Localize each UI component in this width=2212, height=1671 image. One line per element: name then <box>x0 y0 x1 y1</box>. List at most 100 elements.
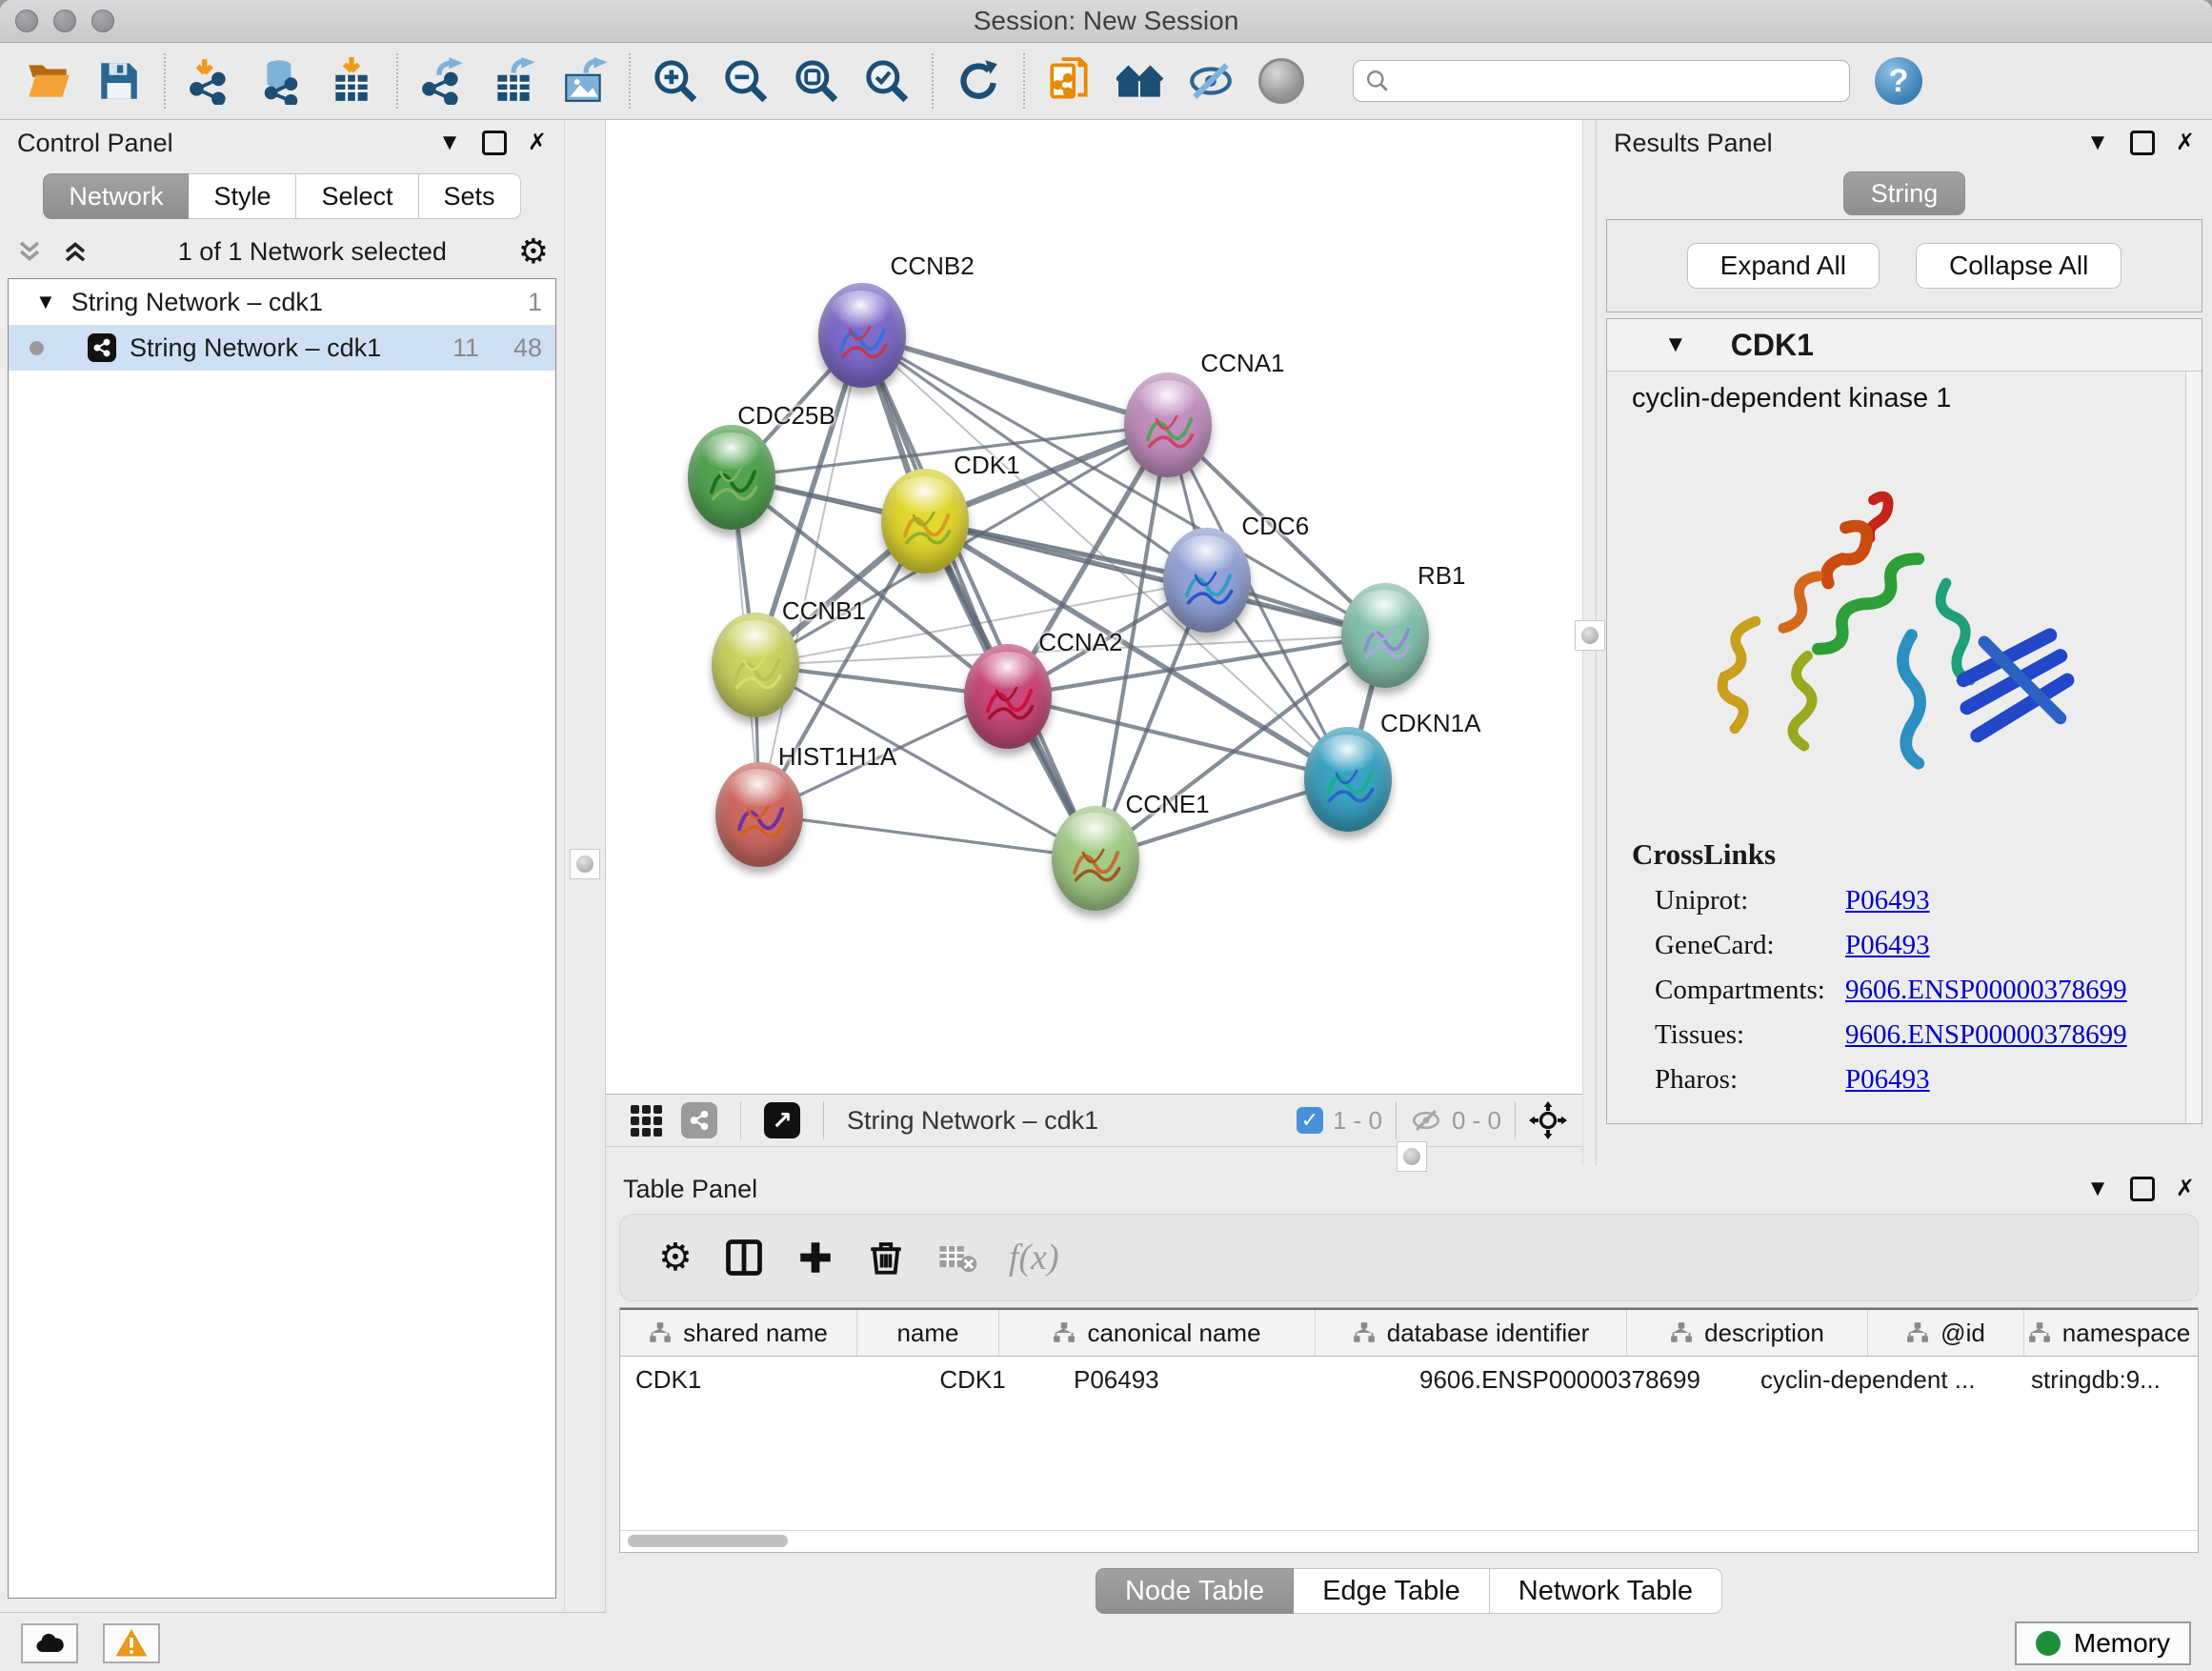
column-header[interactable]: @id <box>1868 1310 2024 1356</box>
detach-view-icon[interactable]: ↗ <box>764 1102 800 1138</box>
clone-network-button[interactable] <box>1040 51 1099 111</box>
results-scrollbar[interactable] <box>2185 372 2202 1123</box>
hide-graphics-details-button[interactable] <box>1181 51 1240 111</box>
expand-all-icon[interactable] <box>61 237 90 266</box>
close-panel-icon[interactable]: ✗ <box>2176 1178 2195 1200</box>
column-header[interactable]: name <box>857 1310 999 1356</box>
selected-checkbox-icon[interactable]: ✓ <box>1297 1107 1323 1134</box>
float-panel-icon[interactable]: ▼ <box>2086 1178 2109 1200</box>
birdseye-crosshair-icon[interactable] <box>1529 1101 1567 1139</box>
network-node-cdc25b[interactable] <box>688 425 775 530</box>
export-network-button[interactable] <box>413 51 473 111</box>
show-graphics-details-button[interactable] <box>1252 51 1311 111</box>
column-header[interactable]: shared name <box>620 1310 857 1356</box>
tab-edge-table[interactable]: Edge Table <box>1294 1568 1490 1614</box>
genecard-link[interactable]: P06493 <box>1845 930 1930 961</box>
expand-all-button[interactable]: Expand All <box>1687 243 1880 289</box>
warnings-button[interactable] <box>103 1623 160 1663</box>
help-button[interactable]: ? <box>1875 57 1922 105</box>
maximize-panel-icon[interactable] <box>482 131 507 155</box>
table-row[interactable]: CDK1 CDK1 P06493 9606.ENSP00000378699 cy… <box>620 1357 2198 1402</box>
tissues-link[interactable]: 9606.ENSP00000378699 <box>1845 1019 2127 1051</box>
gene-entry-header[interactable]: ▼ CDK1 <box>1607 319 2202 372</box>
tab-sets[interactable]: Sets <box>419 173 521 219</box>
network-node-ccna1[interactable] <box>1124 372 1212 477</box>
maximize-panel-icon[interactable] <box>2130 1177 2155 1201</box>
network-node-ccna2[interactable] <box>964 644 1052 749</box>
network-collection-row[interactable]: ▼ String Network – cdk1 1 <box>9 279 555 325</box>
network-view-title: String Network – cdk1 <box>847 1106 1098 1136</box>
float-panel-icon[interactable]: ▼ <box>438 131 461 154</box>
splitter-handle[interactable] <box>1397 1141 1427 1172</box>
save-session-button[interactable] <box>90 51 149 111</box>
scrollbar-thumb[interactable] <box>628 1535 788 1547</box>
network-node-cdk1[interactable] <box>881 469 969 574</box>
network-options-gear-icon[interactable]: ⚙ <box>518 234 549 269</box>
collapse-all-icon[interactable] <box>15 237 44 266</box>
grid-view-icon[interactable] <box>631 1105 662 1137</box>
cloud-status-button[interactable] <box>21 1623 78 1663</box>
tab-select[interactable]: Select <box>296 173 418 219</box>
function-builder-button[interactable]: f(x) <box>1009 1237 1059 1278</box>
column-header[interactable]: description <box>1627 1310 1868 1356</box>
network-edge[interactable] <box>862 335 1169 425</box>
network-canvas[interactable]: CCNB2CCNA1CDC25BCDK1CDC6RB1CCNB1CCNA2CDK… <box>606 120 1582 1094</box>
column-header[interactable]: canonical name <box>999 1310 1316 1356</box>
network-node-ccnb2[interactable] <box>818 283 906 388</box>
zoom-fit-button[interactable] <box>787 51 846 111</box>
table-splitter[interactable] <box>606 1147 1582 1166</box>
tab-string[interactable]: String <box>1843 171 1966 215</box>
uniprot-link[interactable]: P06493 <box>1845 885 1930 916</box>
network-node-ccne1[interactable] <box>1052 806 1139 911</box>
pharos-link[interactable]: P06493 <box>1845 1064 1930 1096</box>
compartments-link[interactable]: 9606.ENSP00000378699 <box>1845 975 2127 1006</box>
delete-column-button[interactable] <box>866 1238 906 1278</box>
close-panel-icon[interactable]: ✗ <box>2176 131 2195 154</box>
table-horizontal-scrollbar[interactable] <box>620 1530 2198 1552</box>
network-share-icon[interactable] <box>681 1102 717 1138</box>
export-table-button[interactable] <box>484 51 543 111</box>
search-input[interactable] <box>1390 66 1838 97</box>
zoom-in-button[interactable] <box>646 51 705 111</box>
results-splitter[interactable] <box>1582 120 1597 1166</box>
network-overview-button[interactable] <box>1111 51 1170 111</box>
refresh-network-button[interactable] <box>949 51 1008 111</box>
open-session-button[interactable] <box>19 51 78 111</box>
network-node-rb1[interactable] <box>1341 583 1429 688</box>
tab-node-table[interactable]: Node Table <box>1096 1568 1294 1614</box>
delete-table-button[interactable] <box>936 1237 978 1278</box>
zoom-out-button[interactable] <box>716 51 775 111</box>
show-columns-button[interactable] <box>723 1237 765 1278</box>
tab-network[interactable]: Network <box>43 173 189 219</box>
network-edge[interactable] <box>759 815 1096 858</box>
import-network-database-button[interactable] <box>251 51 311 111</box>
collection-expander-icon[interactable]: ▼ <box>35 290 56 314</box>
close-panel-icon[interactable]: ✗ <box>528 131 547 154</box>
splitter-handle[interactable] <box>570 849 600 879</box>
table-options-button[interactable]: ⚙ <box>658 1236 693 1279</box>
export-image-button[interactable] <box>554 51 613 111</box>
tab-network-table[interactable]: Network Table <box>1490 1568 1722 1614</box>
network-node-hist1h1a[interactable] <box>715 762 803 867</box>
column-header[interactable]: namespace <box>2024 1310 2194 1356</box>
import-network-file-button[interactable] <box>181 51 240 111</box>
splitter-handle[interactable] <box>1575 620 1605 651</box>
left-splitter[interactable] <box>564 120 606 1612</box>
collapse-all-button[interactable]: Collapse All <box>1916 243 2122 289</box>
maximize-panel-icon[interactable] <box>2130 131 2155 155</box>
float-panel-icon[interactable]: ▼ <box>2086 131 2109 154</box>
zoom-selected-button[interactable] <box>857 51 916 111</box>
column-header[interactable]: database identifier <box>1316 1310 1627 1356</box>
gene-expander-icon[interactable]: ▼ <box>1664 332 1687 358</box>
add-column-button[interactable] <box>795 1238 835 1278</box>
cloud-icon <box>32 1626 67 1661</box>
network-node-cdkn1a[interactable] <box>1304 727 1392 832</box>
table-header: shared name name canonical name database… <box>620 1308 2198 1357</box>
network-edge[interactable] <box>862 335 1096 858</box>
tab-style[interactable]: Style <box>189 173 296 219</box>
import-table-button[interactable] <box>322 51 381 111</box>
network-row[interactable]: String Network – cdk1 11 48 <box>9 325 555 371</box>
network-node-ccnb1[interactable] <box>712 613 799 717</box>
memory-button[interactable]: Memory <box>2015 1621 2191 1665</box>
network-edge[interactable] <box>925 521 1385 635</box>
